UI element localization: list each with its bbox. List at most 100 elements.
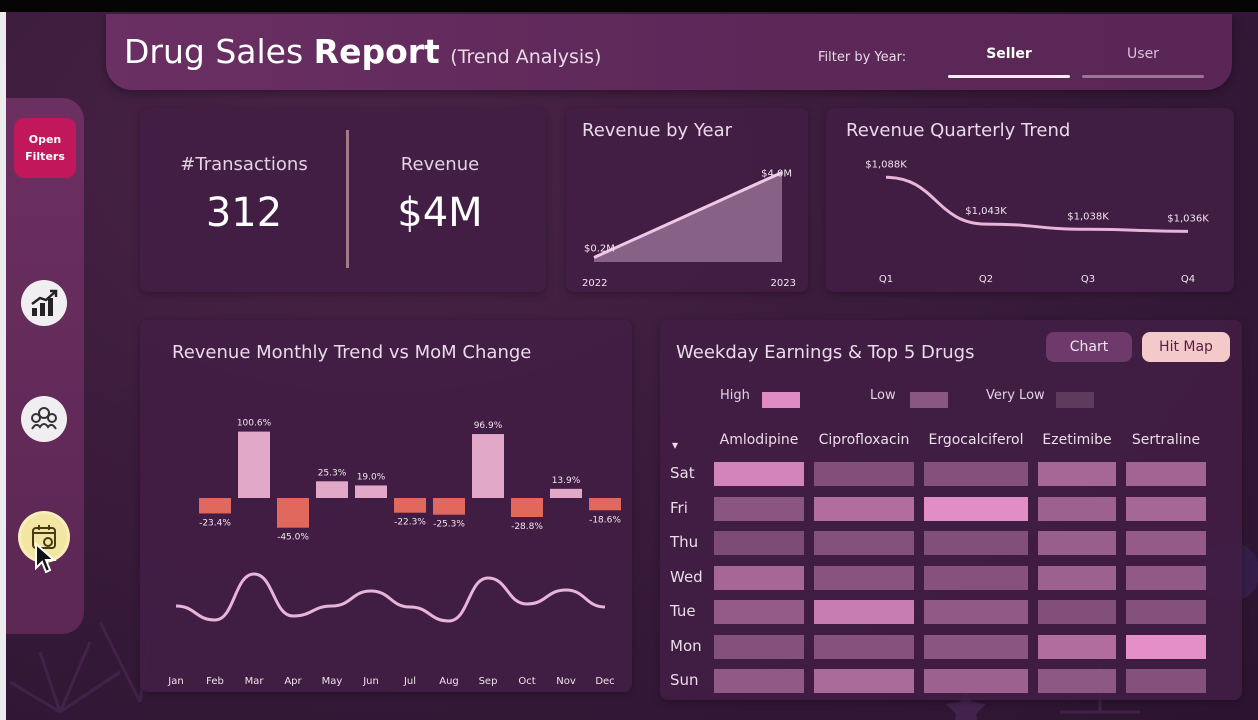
legend-high-swatch [762,392,800,408]
heatmap-cell[interactable] [1126,462,1206,486]
page-title: Drug Sales Report (Trend Analysis) [124,32,601,71]
heatmap-cell[interactable] [1126,496,1206,521]
heatmap-cell[interactable] [714,531,804,555]
heatmap-cell[interactable] [714,496,804,521]
tab-user-label: User [1127,46,1159,62]
weekday-earnings-title: Weekday Earnings & Top 5 Drugs [676,342,975,363]
heatmap-cell[interactable] [1126,600,1206,624]
mom-data-label: 19.0% [357,472,386,482]
quarter-tick-label: Q1 [879,274,893,285]
mom-bar [277,498,309,528]
heatmap-cell[interactable] [924,565,1028,590]
revenue-by-year-title: Revenue by Year [582,120,733,141]
open-filters-line2: Filters [25,150,65,163]
heatmap-cell[interactable] [1038,462,1116,486]
mom-bar [589,498,621,511]
heatmap-cell[interactable] [1038,496,1116,521]
mom-data-label: 96.9% [474,421,503,431]
heatmap-cell[interactable] [814,531,914,555]
heatmap-row-label: Sun [670,671,699,689]
growth-chart-icon[interactable] [21,280,67,326]
heatmap-cell[interactable] [714,462,804,486]
heatmap-cell[interactable] [814,600,914,624]
tab-user[interactable]: User [1082,44,1204,78]
chart-view-button[interactable]: Chart [1046,332,1132,362]
quarter-tick-label: Q2 [979,274,993,285]
sidebar: Open Filters [6,98,84,634]
heatmap-cell[interactable] [1038,565,1116,590]
heatmap-cell[interactable] [1126,634,1206,659]
heatmap-cell[interactable] [1038,669,1116,693]
mom-bar [316,481,348,498]
heatmap-cell[interactable] [1126,565,1206,590]
kpi-transactions-label: #Transactions [180,154,308,175]
month-tick-label: Sep [479,676,498,687]
monthly-trend-card: Revenue Monthly Trend vs MoM Change Jan -… [140,320,632,692]
heatmap-cell[interactable] [1038,600,1116,624]
heatmap-row-label: Fri [670,498,688,517]
tab-seller[interactable]: Seller [948,44,1070,78]
heatmap-cell[interactable] [1038,531,1116,555]
month-tick-label: Dec [595,676,614,687]
heatmap-cell[interactable] [924,600,1028,624]
month-tick-label: Oct [518,676,535,687]
title-subtitle: (Trend Analysis) [450,46,602,68]
mom-data-label: -28.8% [511,522,543,532]
kpi-revenue-label: Revenue [400,154,480,175]
revenue-quarterly-chart: $1,088K Q1 $1,043K Q2 $1,038K Q3 $1,036K Q4 [865,159,1209,285]
users-group-icon[interactable] [21,396,67,442]
report-header: Drug Sales Report (Trend Analysis) Filte… [106,14,1232,90]
heatmap-cell[interactable] [1126,669,1206,693]
mom-data-label: 25.3% [318,468,347,478]
heatmap-column-header: Sertraline [1131,432,1201,448]
mom-data-label: -18.6% [589,515,621,525]
legend-low-label: Low [870,388,896,403]
heatmap-row-label: Sat [670,464,695,482]
x-tick-2023: 2023 [771,278,796,289]
heatmap-row-label: Wed [670,567,703,586]
data-label-2022: $0.2M [584,244,615,255]
title-main: Drug Sales [124,32,314,71]
monthly-revenue-line [175,572,606,623]
mom-bar [433,498,465,515]
open-filters-line1: Open [28,133,62,146]
heatmap-row-label: Thu [670,533,699,551]
mom-data-label: 100.6% [237,419,272,429]
hitmap-view-button[interactable]: Hit Map [1142,332,1230,362]
legend-high-label: High [720,388,750,403]
heatmap-cell[interactable] [1038,634,1116,659]
quarter-data-label: $1,036K [1167,213,1209,224]
open-filters-button[interactable]: Open Filters [14,118,76,178]
heatmap-cell[interactable] [814,462,914,486]
heatmap-cell[interactable] [814,634,914,659]
heatmap-cell[interactable] [814,496,914,521]
month-tick-label: Jul [403,676,416,687]
month-tick-label: Nov [556,676,576,687]
heatmap-cell[interactable] [924,462,1028,486]
heatmap-cell[interactable] [714,600,804,624]
mom-bar [394,498,426,513]
heatmap-cell[interactable] [714,634,804,659]
weekday-earnings-card: Weekday Earnings & Top 5 Drugs Chart Hit… [660,320,1242,700]
heatmap-cell[interactable] [924,496,1028,521]
monthly-trend-title: Revenue Monthly Trend vs MoM Change [172,342,532,363]
heatmap-row-label: Tue [670,602,696,620]
top-black-bar [0,0,1258,12]
x-tick-2022: 2022 [582,278,607,289]
heatmap-cell[interactable] [924,634,1028,659]
heatmap-cell[interactable] [1126,531,1206,555]
heatmap-cell[interactable] [924,531,1028,555]
sort-indicator-icon[interactable]: ▾ [672,438,678,452]
heatmap-cell[interactable] [814,669,914,693]
mom-bar [472,434,504,498]
heatmap-cell[interactable] [814,565,914,590]
mom-bar [550,488,582,498]
report-canvas: Drug Sales Report (Trend Analysis) Filte… [0,12,1258,720]
quarter-data-label: $1,043K [965,206,1007,217]
heatmap-cell[interactable] [924,669,1028,693]
mom-data-label: -23.4% [199,518,231,528]
kpi-card: #Transactions 312 Revenue $4M [140,108,546,292]
heatmap-cell[interactable] [714,669,804,693]
mom-bar [355,485,387,498]
heatmap-cell[interactable] [714,565,804,590]
